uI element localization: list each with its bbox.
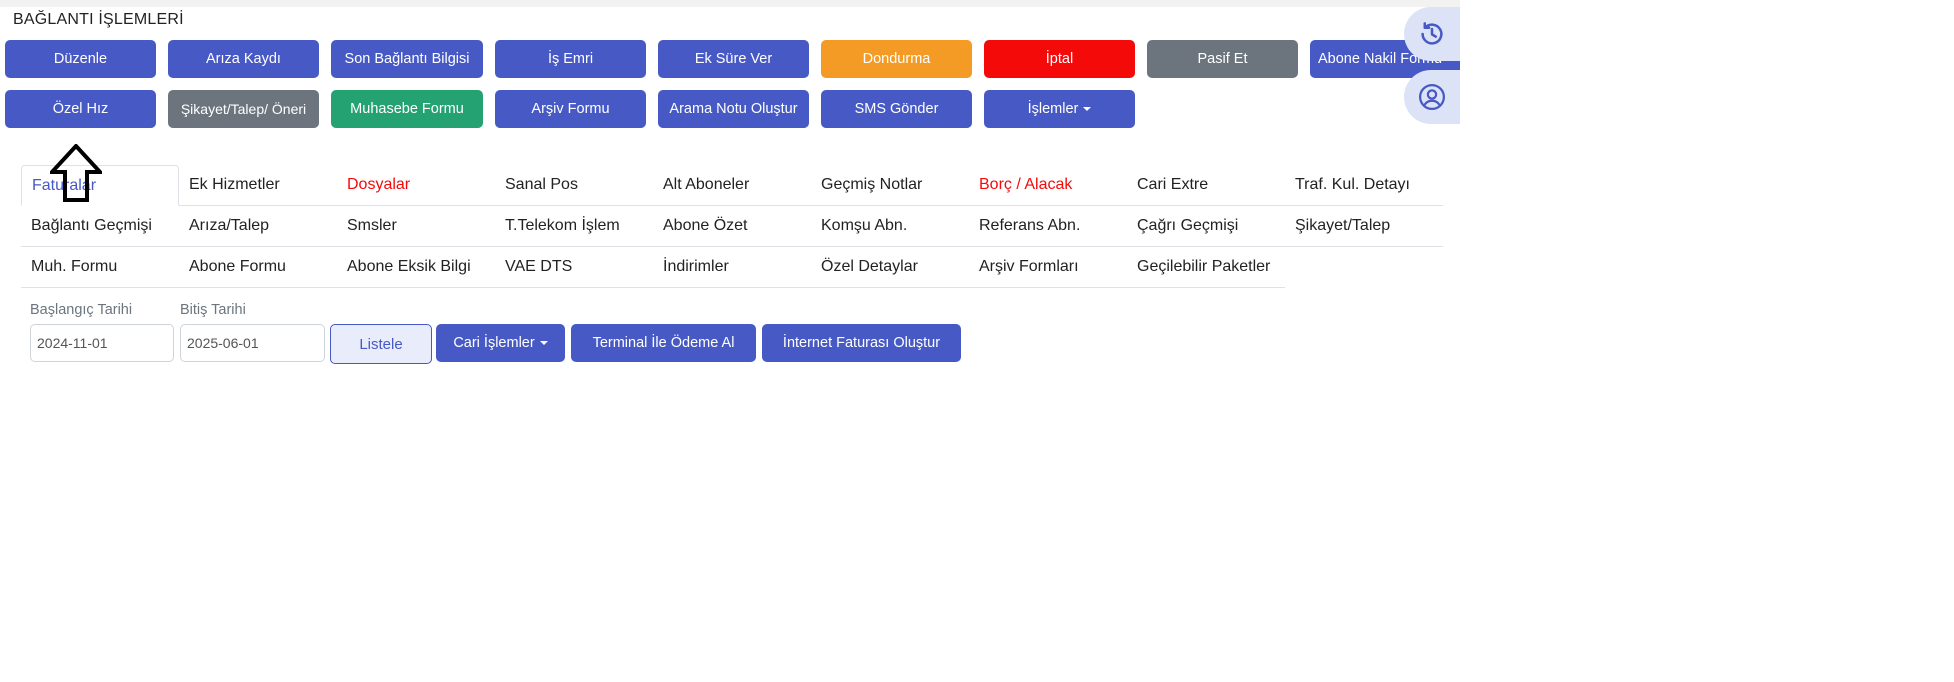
tab-sanal-pos[interactable]: Sanal Pos (495, 165, 653, 206)
archive-form-button[interactable]: Arşiv Formu (495, 90, 646, 128)
caret-down-icon (1083, 107, 1092, 111)
tab-arsiv-formlari[interactable]: Arşiv Formları (969, 247, 1127, 288)
list-button[interactable]: Listele (330, 324, 432, 364)
caret-down-icon (539, 341, 548, 345)
tab-ek-hizmetler[interactable]: Ek Hizmetler (179, 165, 337, 206)
tab-cari-extre[interactable]: Cari Extre (1127, 165, 1285, 206)
accounting-form-button[interactable]: Muhasebe Formu (331, 90, 483, 128)
tab-baglanti-gecmisi[interactable]: Bağlantı Geçmişi (21, 206, 179, 247)
tab-dosyalar[interactable]: Dosyalar (337, 165, 495, 206)
tab-traf-kul-detayi[interactable]: Traf. Kul. Detayı (1285, 165, 1443, 206)
tab-gecmis-notlar[interactable]: Geçmiş Notlar (811, 165, 969, 206)
tab-komsu-abn[interactable]: Komşu Abn. (811, 206, 969, 247)
freeze-button[interactable]: Dondurma (821, 40, 972, 78)
profile-button[interactable] (1404, 70, 1460, 124)
tab-vae-dts[interactable]: VAE DTS (495, 247, 653, 288)
tab-borc-alacak[interactable]: Borç / Alacak (969, 165, 1127, 206)
tab-muh-formu[interactable]: Muh. Formu (21, 247, 179, 288)
tab-alt-aboneler[interactable]: Alt Aboneler (653, 165, 811, 206)
connection-panel: BAĞLANTI İŞLEMLERİ Düzenle Arıza Kaydı S… (0, 0, 1460, 682)
tab-abone-formu[interactable]: Abone Formu (179, 247, 337, 288)
end-date-input[interactable] (180, 324, 325, 362)
user-circle-icon (1419, 84, 1445, 110)
tab-indirimler[interactable]: İndirimler (653, 247, 811, 288)
special-speed-button[interactable]: Özel Hız (5, 90, 156, 128)
tab-abone-eksik-bilgi[interactable]: Abone Eksik Bilgi (337, 247, 495, 288)
tab-ariza-talep[interactable]: Arıza/Talep (179, 206, 337, 247)
start-date-label: Başlangıç Tarihi (30, 302, 133, 318)
top-border (0, 0, 1460, 7)
create-call-note-button[interactable]: Arama Notu Oluştur (658, 90, 809, 128)
tab-ozel-detaylar[interactable]: Özel Detaylar (811, 247, 969, 288)
tab-gecilebilir-paketler[interactable]: Geçilebilir Paketler (1127, 247, 1285, 288)
tab-cagri-gecmisi[interactable]: Çağrı Geçmişi (1127, 206, 1285, 247)
deactivate-button[interactable]: Pasif Et (1147, 40, 1298, 78)
tab-ttelekom-islem[interactable]: T.Telekom İşlem (495, 206, 653, 247)
extra-time-button[interactable]: Ek Süre Ver (658, 40, 809, 78)
end-date-label: Bitiş Tarihi (180, 302, 246, 318)
operations-label: İşlemler (1027, 100, 1079, 117)
account-operations-dropdown[interactable]: Cari İşlemler (436, 324, 565, 362)
tab-referans-abn[interactable]: Referans Abn. (969, 206, 1127, 247)
cancel-button[interactable]: İptal (984, 40, 1135, 78)
start-date-input[interactable] (30, 324, 174, 362)
tab-sikayet-talep[interactable]: Şikayet/Talep (1285, 206, 1443, 247)
tab-smsler[interactable]: Smsler (337, 206, 495, 247)
operations-dropdown-button[interactable]: İşlemler (984, 90, 1135, 128)
up-arrow-icon (50, 144, 102, 202)
create-internet-invoice-button[interactable]: İnternet Faturası Oluştur (762, 324, 961, 362)
fault-record-button[interactable]: Arıza Kaydı (168, 40, 319, 78)
terminal-payment-button[interactable]: Terminal İle Ödeme Al (571, 324, 756, 362)
complaint-request-button[interactable]: Şikayet/Talep/ Öneri (168, 90, 319, 128)
account-operations-label: Cari İşlemler (453, 334, 535, 351)
last-connection-info-button[interactable]: Son Bağlantı Bilgisi (331, 40, 483, 78)
history-icon (1421, 22, 1443, 45)
edit-button[interactable]: Düzenle (5, 40, 156, 78)
work-order-button[interactable]: İş Emri (495, 40, 646, 78)
section-title: BAĞLANTI İŞLEMLERİ (13, 11, 184, 28)
tab-abone-ozet[interactable]: Abone Özet (653, 206, 811, 247)
send-sms-button[interactable]: SMS Gönder (821, 90, 972, 128)
history-button[interactable] (1404, 7, 1460, 61)
